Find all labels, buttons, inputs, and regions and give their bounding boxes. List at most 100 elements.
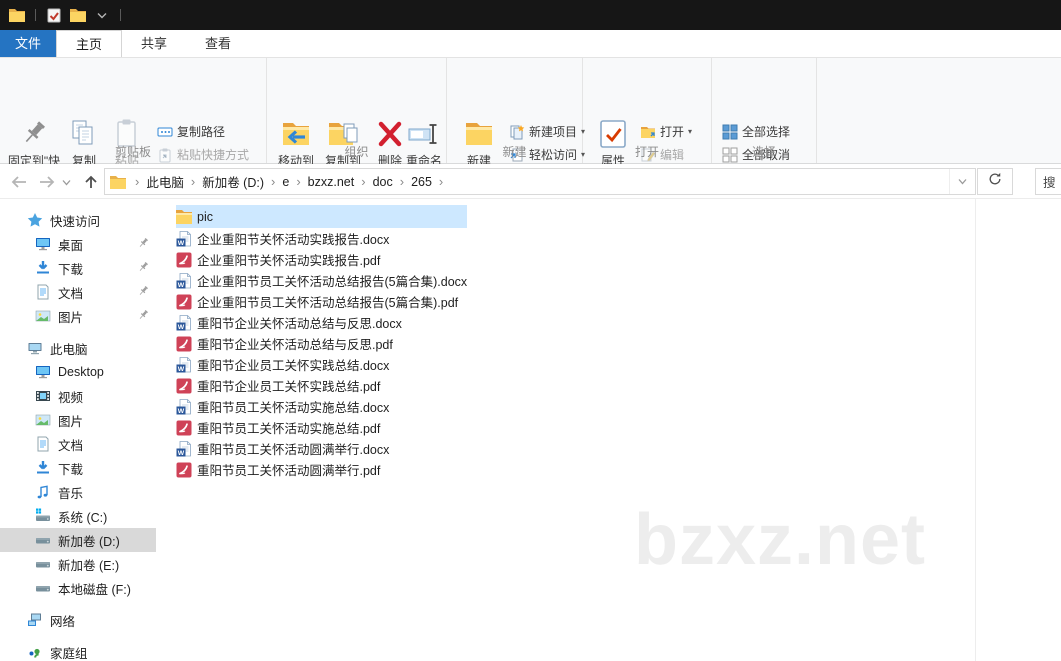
copy-path-label: 复制路径 [177, 125, 226, 139]
sidebar-item-新加卷 (D:)[interactable]: 新加卷 (D:) [0, 528, 156, 552]
sidebar-item-下载[interactable]: 下载 [0, 456, 156, 480]
folder-icon[interactable] [8, 7, 26, 23]
ribbon-group-select: 全部选择 全部取消 反向选择 选择 [712, 58, 817, 187]
explorer-window: 文件 主页 共享 查看 固定到"快 速访问" 复制 [0, 0, 1061, 661]
document-icon [35, 284, 51, 300]
file-pane[interactable]: bzxz.net pic W 企业重阳节关怀活动实践报告.docx 企业重阳节关怀活动… [156, 199, 1061, 661]
chevron-down-icon[interactable] [93, 7, 111, 23]
sidebar-item-label: 音乐 [58, 486, 84, 501]
breadcrumb-item[interactable]: 新加卷 (D:) [198, 172, 268, 191]
file-row[interactable]: 重阳节员工关怀活动圆满举行.pdf [176, 459, 467, 480]
refresh-button[interactable] [977, 168, 1013, 195]
sidebar-item-视频[interactable]: 视频 [0, 384, 156, 408]
search-input[interactable]: 搜 [1035, 168, 1061, 195]
sidebar-item-音乐[interactable]: 音乐 [0, 480, 156, 504]
word-file-icon: W [176, 314, 192, 331]
word-file-icon: W [176, 272, 192, 289]
titlebar-separator [120, 9, 121, 21]
sidebar-item-Desktop[interactable]: Desktop [0, 360, 156, 384]
sidebar-item-家庭组[interactable]: 家庭组 [0, 640, 156, 661]
pdf-file-icon [176, 294, 192, 310]
tab-file[interactable]: 文件 [0, 30, 57, 57]
computer-icon [27, 340, 43, 356]
file-row[interactable]: 重阳节企业员工关怀实践总结.pdf [176, 375, 467, 396]
pdf-file-icon [176, 252, 192, 268]
copy-path-button[interactable]: 复制路径 [157, 123, 225, 140]
open-folder-icon [640, 124, 656, 140]
sidebar-item-图片[interactable]: 图片 [0, 304, 156, 328]
breadcrumb-separator-icon[interactable]: › [188, 174, 198, 189]
sidebar-item-label: 网络 [50, 614, 76, 629]
svg-text:W: W [178, 408, 185, 415]
file-row[interactable]: W 重阳节企业员工关怀实践总结.docx [176, 354, 467, 375]
sidebar-item-网络[interactable]: 网络 [0, 608, 156, 632]
sidebar-item-文档[interactable]: 文档 [0, 280, 156, 304]
file-row[interactable]: 重阳节企业关怀活动总结与反思.pdf [176, 333, 467, 354]
breadcrumb-item[interactable]: e [278, 175, 293, 189]
breadcrumb-separator-icon[interactable]: › [436, 174, 446, 189]
select-all-button[interactable]: 全部选择 [722, 123, 790, 140]
breadcrumb-separator-icon[interactable]: › [397, 174, 407, 189]
file-row[interactable]: pic [176, 205, 468, 228]
sidebar-item-label: 文档 [58, 438, 84, 453]
sidebar-item-下载[interactable]: 下载 [0, 256, 156, 280]
download-icon [35, 460, 51, 476]
file-name: 重阳节企业关怀活动总结与反思.docx [197, 317, 402, 331]
address-dropdown-chevron-icon[interactable] [949, 169, 975, 194]
properties-check-icon[interactable] [45, 7, 63, 23]
tab-home[interactable]: 主页 [56, 30, 123, 57]
sidebar-item-label: 新加卷 (E:) [58, 558, 120, 573]
svg-text:W: W [178, 282, 185, 289]
folder-icon[interactable] [69, 7, 87, 23]
tab-share[interactable]: 共享 [122, 30, 186, 57]
file-row[interactable]: W 企业重阳节关怀活动实践报告.docx [176, 228, 467, 249]
breadcrumb-item[interactable]: doc [369, 175, 397, 189]
sidebar-item-系统 (C:)[interactable]: 系统 (C:) [0, 504, 156, 528]
file-row[interactable]: W 重阳节员工关怀活动圆满举行.docx [176, 438, 467, 459]
file-row[interactable]: W 重阳节企业关怀活动总结与反思.docx [176, 312, 467, 333]
titlebar-separator [35, 9, 36, 21]
file-name: 企业重阳节员工关怀活动总结报告(5篇合集).docx [197, 275, 468, 289]
file-name: 重阳节员工关怀活动实施总结.docx [197, 401, 390, 415]
sidebar-item-新加卷 (E:)[interactable]: 新加卷 (E:) [0, 552, 156, 576]
ribbon-group-organize: 移动到 ▾ 复制到 ▾ 删除 ▾ 重命名 [267, 58, 447, 182]
breadcrumb-item[interactable]: 此电脑 [142, 172, 188, 191]
word-file-icon: W [176, 356, 192, 373]
breadcrumb-separator-icon[interactable]: › [268, 174, 278, 189]
file-row[interactable]: 企业重阳节关怀活动实践报告.pdf [176, 249, 467, 270]
breadcrumb-separator-icon[interactable]: › [293, 174, 303, 189]
recent-locations-chevron-icon[interactable] [58, 171, 74, 193]
word-file-icon: W [176, 398, 192, 415]
desktop-icon [35, 364, 51, 380]
picture-icon [35, 412, 51, 428]
file-row[interactable]: W 重阳节员工关怀活动实施总结.docx [176, 396, 467, 417]
file-name: 重阳节企业关怀活动总结与反思.pdf [197, 338, 393, 352]
file-row[interactable]: W 企业重阳节员工关怀活动总结报告(5篇合集).docx [176, 270, 467, 291]
forward-button[interactable] [36, 171, 58, 193]
sidebar-item-快速访问[interactable]: 快速访问 [0, 208, 156, 232]
breadcrumb-item[interactable]: 265 [407, 175, 436, 189]
sidebar-item-此电脑[interactable]: 此电脑 [0, 336, 156, 360]
breadcrumb-separator-icon[interactable]: › [358, 174, 368, 189]
network-icon [27, 612, 43, 628]
word-file-icon: W [176, 230, 192, 247]
new-item-button[interactable]: 新建项目 ▾ [509, 123, 585, 140]
file-row[interactable]: 重阳节员工关怀活动实施总结.pdf [176, 417, 467, 438]
file-row[interactable]: 企业重阳节员工关怀活动总结报告(5篇合集).pdf [176, 291, 467, 312]
tab-view[interactable]: 查看 [186, 30, 250, 57]
pdf-file-icon [176, 462, 192, 478]
sidebar-item-桌面[interactable]: 桌面 [0, 232, 156, 256]
ribbon-group-open: 属性 ▾ 打开 ▾ 编辑 历史记录 [583, 58, 712, 187]
address-box[interactable]: › 此电脑 › 新加卷 (D:) › e › bzxz.net › doc › 265 › [104, 168, 976, 195]
sidebar-item-图片[interactable]: 图片 [0, 408, 156, 432]
sidebar-item-文档[interactable]: 文档 [0, 432, 156, 456]
breadcrumb-item[interactable]: bzxz.net [304, 175, 359, 189]
ribbon-group-clipboard: 固定到"快 速访问" 复制 粘贴 复制路径 [0, 58, 267, 193]
sidebar-item-label: 本地磁盘 (F:) [58, 582, 131, 597]
group-label-open: 打开 [634, 145, 659, 159]
file-name: 重阳节企业员工关怀实践总结.docx [197, 359, 390, 373]
back-button[interactable] [8, 171, 30, 193]
open-button[interactable]: 打开 ▾ [640, 123, 692, 140]
sidebar-item-本地磁盘 (F:)[interactable]: 本地磁盘 (F:) [0, 576, 156, 600]
up-button[interactable] [80, 171, 102, 193]
